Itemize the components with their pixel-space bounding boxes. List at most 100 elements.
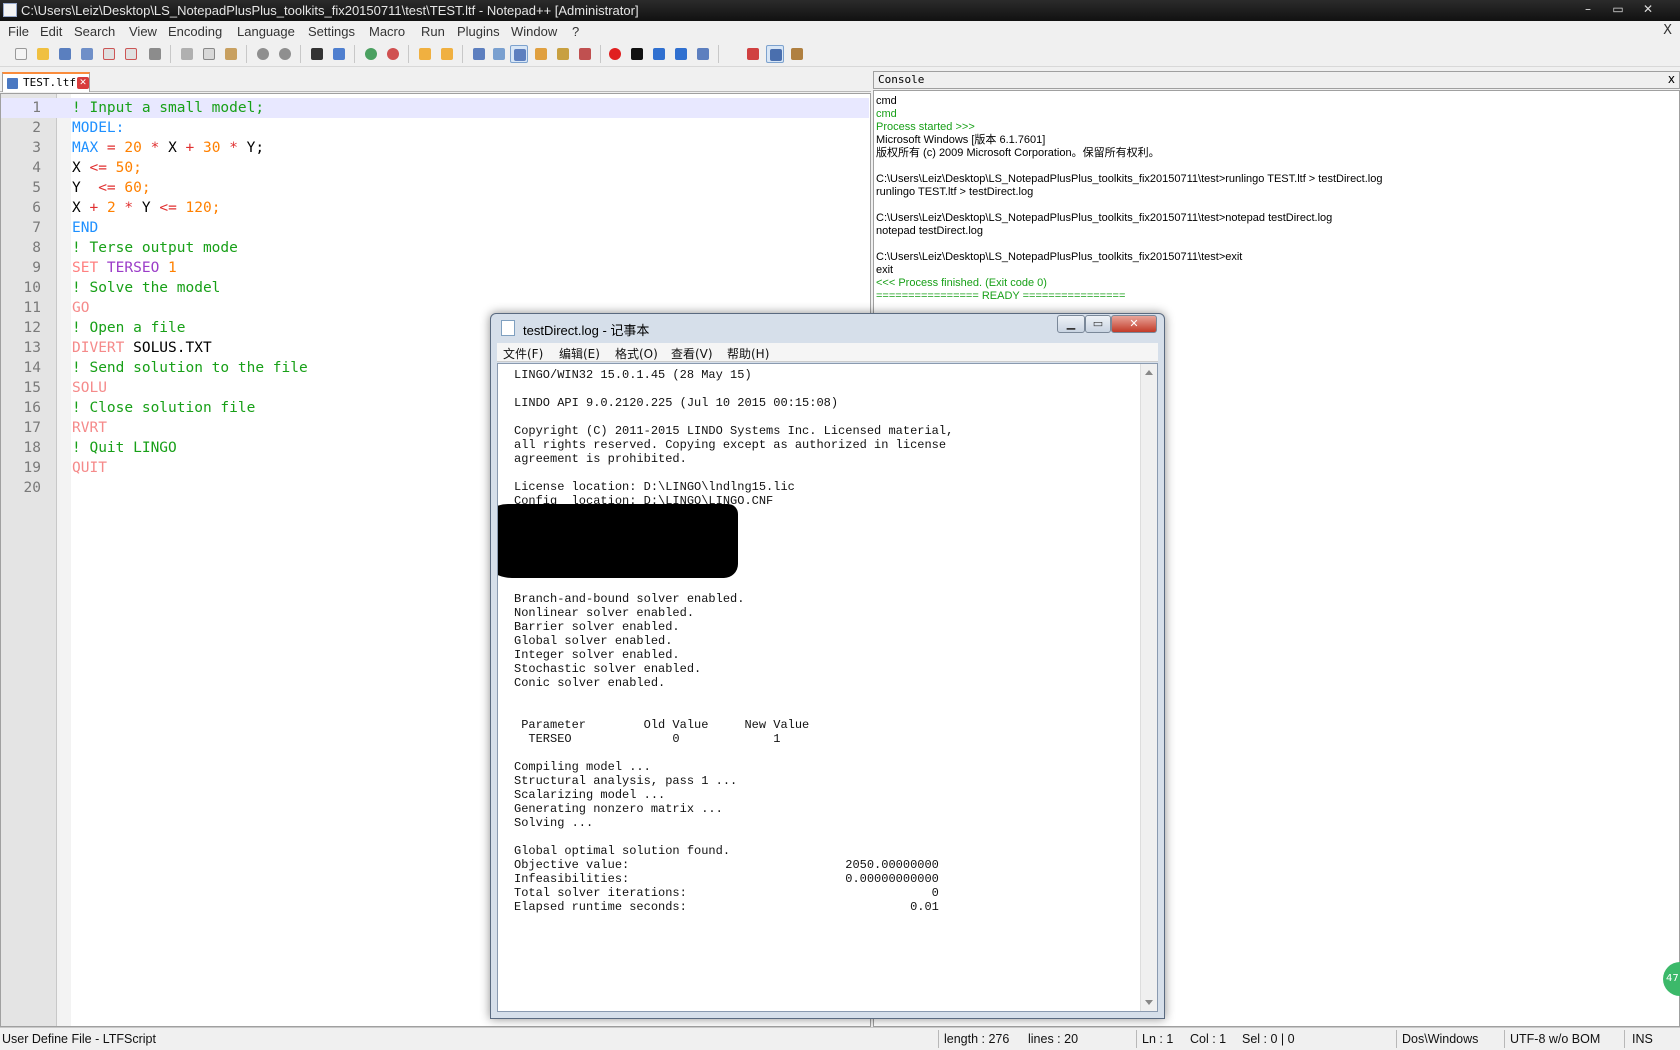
doc-map-icon[interactable] xyxy=(554,45,572,63)
status-selection: Sel : 0 | 0 xyxy=(1242,1032,1295,1046)
print-icon[interactable] xyxy=(146,45,164,63)
notepad-line: Parameter Old Value New Value xyxy=(514,718,810,732)
menu-macro[interactable]: Macro xyxy=(369,24,405,39)
code-line[interactable]: 9 SET TERSEO 1 xyxy=(1,258,869,278)
notepad-window[interactable]: testDirect.log - 记事本 ▁ ▭ ✕ 文件(F) 编辑(E) 格… xyxy=(490,313,1165,1019)
code-token: MAX xyxy=(72,140,107,156)
notepad-close-button[interactable]: ✕ xyxy=(1111,315,1157,333)
status-lines: lines : 20 xyxy=(1028,1032,1079,1046)
menu-plugins[interactable]: Plugins xyxy=(457,24,500,39)
window-close-button[interactable]: ✕ xyxy=(1633,0,1663,20)
notepad-minimize-button[interactable]: ▁ xyxy=(1057,315,1085,333)
code-text: ! Quit LINGO xyxy=(72,438,177,458)
code-line[interactable]: 2 MODEL: xyxy=(1,118,869,138)
indent-guide-icon[interactable] xyxy=(510,45,528,63)
menu-search[interactable]: Search xyxy=(74,24,115,39)
console-line: 版权所有 (c) 2009 Microsoft Corporation。保留所有… xyxy=(876,147,1160,159)
plugin-icon[interactable] xyxy=(788,45,806,63)
zoom-out-icon[interactable] xyxy=(384,45,402,63)
code-line[interactable]: 10 ! Solve the model xyxy=(1,278,869,298)
status-length: length : 276 xyxy=(944,1032,1010,1046)
document-close-button[interactable]: X xyxy=(1663,23,1672,38)
replace-icon[interactable] xyxy=(330,45,348,63)
notepad-line: Total solver iterations: 0 xyxy=(514,886,939,900)
menu-edit[interactable]: Edit xyxy=(40,24,62,39)
menu-help[interactable]: ? xyxy=(572,24,579,39)
new-file-icon[interactable] xyxy=(12,45,30,63)
menu-bar: File Edit Search View Encoding Language … xyxy=(0,21,1680,41)
notepad-menu-help[interactable]: 帮助(H) xyxy=(727,345,769,362)
menu-view[interactable]: View xyxy=(129,24,157,39)
status-separator xyxy=(1136,1030,1137,1048)
minimize-button[interactable]: – xyxy=(1573,0,1603,20)
code-line[interactable]: 5 Y <= 60; xyxy=(1,178,869,198)
user-lang-icon[interactable] xyxy=(532,45,550,63)
status-line-number: Ln : 1 xyxy=(1142,1032,1174,1046)
save-all-icon[interactable] xyxy=(78,45,96,63)
code-line[interactable]: 7 END xyxy=(1,218,869,238)
menu-language[interactable]: Language xyxy=(237,24,295,39)
menu-file[interactable]: File xyxy=(8,24,29,39)
save-icon[interactable] xyxy=(56,45,74,63)
code-line[interactable]: 4 X <= 50; xyxy=(1,158,869,178)
scroll-up-icon[interactable] xyxy=(1145,370,1153,375)
paste-icon[interactable] xyxy=(222,45,240,63)
code-text: DIVERT SOLUS.TXT xyxy=(72,338,212,358)
line-number: 20 xyxy=(23,480,41,496)
line-number: 14 xyxy=(23,360,41,376)
spell-check-icon[interactable] xyxy=(744,45,762,63)
close-icon[interactable] xyxy=(100,45,118,63)
open-file-icon[interactable] xyxy=(34,45,52,63)
zoom-in-icon[interactable] xyxy=(362,45,380,63)
notepad-vertical-scrollbar[interactable] xyxy=(1140,364,1157,1011)
sync-vertical-icon[interactable] xyxy=(416,45,434,63)
menu-run[interactable]: Run xyxy=(421,24,445,39)
copy-icon[interactable] xyxy=(200,45,218,63)
code-line[interactable]: 8 ! Terse output mode xyxy=(1,238,869,258)
notepad-line: TERSEO 0 1 xyxy=(514,732,781,746)
undo-icon[interactable] xyxy=(254,45,272,63)
notepad-maximize-button[interactable]: ▭ xyxy=(1085,315,1111,333)
notepad-menu-view[interactable]: 查看(V) xyxy=(671,345,713,362)
notepad-menu-edit[interactable]: 编辑(E) xyxy=(559,345,600,362)
show-all-chars-icon[interactable] xyxy=(490,45,508,63)
redaction-mark xyxy=(498,504,738,578)
code-text: ! Terse output mode xyxy=(72,238,238,258)
word-wrap-icon[interactable] xyxy=(470,45,488,63)
status-insert-mode: INS xyxy=(1632,1032,1653,1046)
console-close-icon[interactable]: x xyxy=(1668,72,1675,86)
notepad-line: LINDO API 9.0.2120.225 (Jul 10 2015 00:1… xyxy=(514,396,839,410)
stop-macro-icon[interactable] xyxy=(628,45,646,63)
code-text: ! Solve the model xyxy=(72,278,220,298)
run-macro-multiple-icon[interactable] xyxy=(672,45,690,63)
menu-encoding[interactable]: Encoding xyxy=(168,24,222,39)
cut-icon[interactable] xyxy=(178,45,196,63)
notepad-text-area[interactable]: LINGO/WIN32 15.0.1.45 (28 May 15) LINDO A… xyxy=(497,363,1158,1012)
notepad-menu-format[interactable]: 格式(O) xyxy=(615,345,658,362)
tab-close-icon[interactable]: ✕ xyxy=(77,77,89,89)
console-icon[interactable] xyxy=(766,45,784,63)
notepad-line: Branch-and-bound solver enabled. xyxy=(514,592,745,606)
menu-window[interactable]: Window xyxy=(511,24,557,39)
code-text: ! Input a small model; xyxy=(72,98,264,118)
redo-icon[interactable] xyxy=(276,45,294,63)
code-token: X xyxy=(72,200,90,216)
close-all-icon[interactable] xyxy=(122,45,140,63)
menu-settings[interactable]: Settings xyxy=(308,24,355,39)
notepad-menu-file[interactable]: 文件(F) xyxy=(503,345,543,362)
line-number: 15 xyxy=(23,380,41,396)
record-macro-icon[interactable] xyxy=(606,45,624,63)
function-list-icon[interactable] xyxy=(576,45,594,63)
play-macro-icon[interactable] xyxy=(650,45,668,63)
scroll-down-icon[interactable] xyxy=(1145,1000,1153,1005)
sync-horizontal-icon[interactable] xyxy=(438,45,456,63)
code-line[interactable]: 3 MAX = 20 * X + 30 * Y; xyxy=(1,138,869,158)
toolbar-separator xyxy=(300,45,301,63)
find-icon[interactable] xyxy=(308,45,326,63)
code-line[interactable]: 6 X + 2 * Y <= 120; xyxy=(1,198,869,218)
code-line[interactable]: 1 ! Input a small model; xyxy=(1,98,869,118)
status-column: Col : 1 xyxy=(1190,1032,1227,1046)
save-macro-icon[interactable] xyxy=(694,45,712,63)
tab-test-ltf[interactable]: TEST.ltf ✕ xyxy=(2,72,90,92)
maximize-button[interactable]: ▭ xyxy=(1603,0,1633,20)
